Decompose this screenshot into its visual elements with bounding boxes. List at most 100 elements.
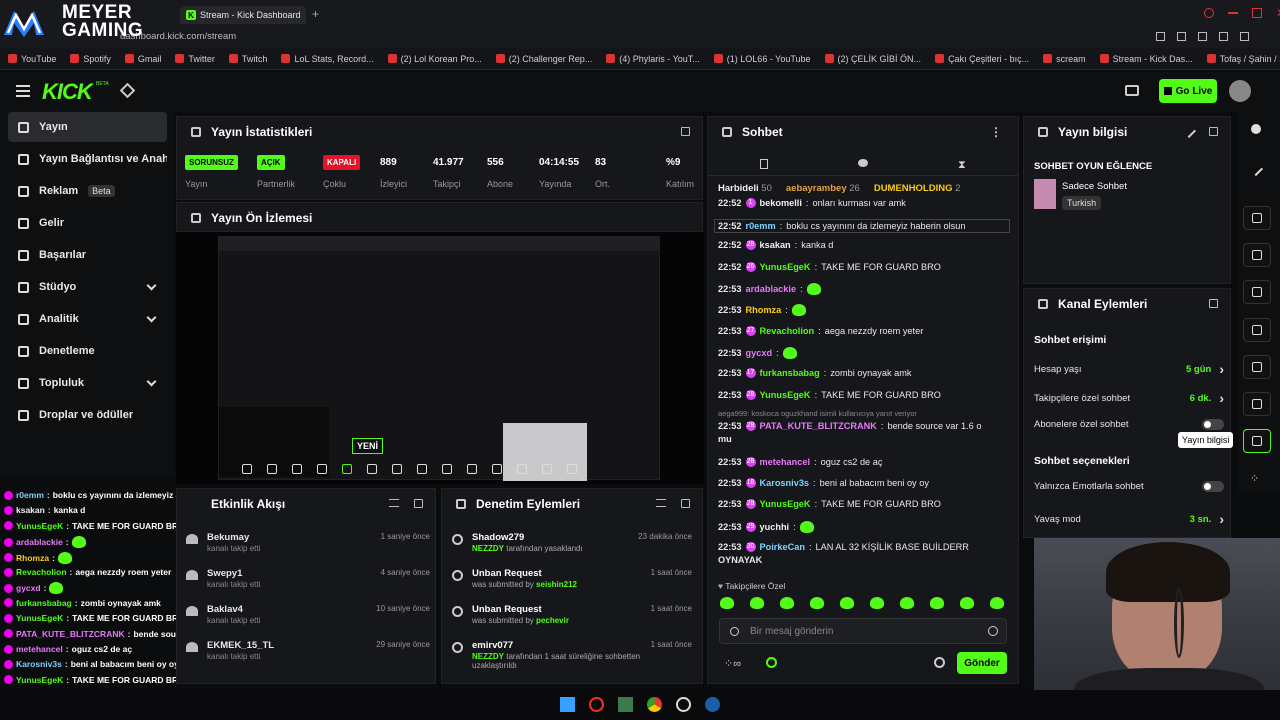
popout-icon[interactable]	[414, 499, 423, 508]
chat-mode-icon[interactable]	[730, 627, 739, 636]
sidebar-item[interactable]: Reklam Beta	[8, 176, 167, 206]
quick-emote-icon[interactable]	[720, 597, 734, 609]
chat-username[interactable]: ardablackie	[746, 284, 797, 294]
studio-icon[interactable]	[1125, 85, 1139, 96]
avatar[interactable]	[1229, 80, 1251, 102]
bookmark-item[interactable]: (1) LOL66 - YouTube	[713, 54, 811, 64]
shield-icon[interactable]	[1198, 32, 1207, 41]
chat-username[interactable]: PATA_KUTE_BLITZCRANK	[760, 421, 877, 431]
rail-bolt-button[interactable]	[1243, 243, 1271, 267]
edit-icon[interactable]	[1181, 123, 1197, 139]
chat-username[interactable]: YunusEgeK	[760, 499, 811, 509]
chat-username[interactable]: yuchhi	[760, 522, 790, 532]
layout-icon[interactable]	[367, 464, 377, 474]
sidebar-item[interactable]: Yayın Bağlantısı ve Anahtar	[8, 144, 167, 174]
moderation-target[interactable]: Unban Request	[472, 604, 542, 615]
send-button[interactable]: Gönder	[957, 652, 1007, 674]
bookmark-item[interactable]: Twitter	[175, 54, 215, 64]
chat-access-row[interactable]: Hesap yaşı 5 gün ›	[1034, 361, 1224, 377]
steam-icon[interactable]	[705, 697, 720, 712]
sidebar-item[interactable]: Analitik	[8, 304, 167, 334]
stream-preview[interactable]: YENİ	[176, 232, 704, 484]
moderation-target[interactable]: Unban Request	[472, 568, 542, 579]
quick-emote-icon[interactable]	[990, 597, 1004, 609]
popout-icon[interactable]	[681, 127, 690, 136]
quick-emote-icon[interactable]	[780, 597, 794, 609]
chat-access-row[interactable]: Takipçilere özel sohbet 6 dk. ›	[1034, 390, 1224, 406]
chat-option-row[interactable]: Yalnızca Emotlarla sohbet	[1034, 481, 1224, 492]
trash-icon[interactable]	[760, 159, 768, 169]
top-gifter[interactable]: DUMENHOLDING 2	[874, 183, 961, 194]
activity-user[interactable]: EKMEK_15_TL	[207, 640, 274, 651]
sparkle-icon[interactable]	[517, 464, 527, 474]
quick-emote-icon[interactable]	[870, 597, 884, 609]
chat-username[interactable]: Karosniv3s	[760, 478, 810, 488]
forward-icon[interactable]	[292, 464, 302, 474]
rail-chat-button[interactable]	[1243, 318, 1271, 342]
bookmark-item[interactable]: Twitch	[228, 54, 267, 64]
moderation-target[interactable]: emirv077	[472, 640, 513, 651]
target-icon[interactable]	[492, 464, 502, 474]
top-gifter[interactable]: aebayrambey 26	[786, 183, 860, 194]
chat-username[interactable]: YunusEgeK	[760, 262, 811, 272]
browser-tab[interactable]: K Stream - Kick Dashboard	[180, 6, 306, 24]
sidebar-item[interactable]: Yayın	[8, 112, 167, 142]
crop-icon[interactable]	[442, 464, 452, 474]
rail-stream-info-button[interactable]	[1243, 429, 1271, 453]
search-icon[interactable]	[1204, 8, 1214, 18]
quick-emote-icon[interactable]	[960, 597, 974, 609]
rail-mod-button[interactable]	[1243, 392, 1271, 416]
chat-username[interactable]: PoirkeCan	[760, 542, 805, 552]
rail-list-button[interactable]	[1243, 280, 1271, 304]
fullscreen-icon[interactable]	[417, 464, 427, 474]
sidebar-item[interactable]: Stüdyo	[8, 272, 167, 302]
chat-username[interactable]: YunusEgeK	[760, 390, 811, 400]
popout-icon[interactable]	[1209, 127, 1218, 136]
filter-icon[interactable]	[656, 499, 666, 507]
chat-username[interactable]: ksakan	[760, 240, 791, 250]
bookmark-item[interactable]: YouTube	[8, 54, 56, 64]
bookmark-item[interactable]: (2) Challenger Rep...	[495, 54, 592, 64]
quick-emote-icon[interactable]	[810, 597, 824, 609]
rail-layout-button[interactable]	[1243, 206, 1271, 230]
rail-broadcast-button[interactable]	[1243, 355, 1271, 379]
chat-username[interactable]: r0emm	[746, 221, 776, 231]
chevron-down-icon[interactable]	[146, 376, 157, 387]
quick-emote-icon[interactable]	[930, 597, 944, 609]
bookmark-item[interactable]: scream	[1043, 54, 1086, 64]
kick-logo[interactable]: KICK	[42, 79, 93, 105]
chat-settings-icon[interactable]	[934, 657, 945, 668]
bookmark-item[interactable]: Tofaş / Şahin / S /...	[1206, 54, 1280, 64]
top-gifter[interactable]: Harbideli 50	[718, 183, 772, 194]
chevron-down-icon[interactable]	[146, 280, 157, 291]
pin-icon[interactable]	[119, 82, 136, 99]
files-icon[interactable]	[618, 697, 633, 712]
windows-start-icon[interactable]	[560, 697, 575, 712]
activity-user[interactable]: Bekumay	[207, 532, 249, 543]
play-icon[interactable]	[267, 464, 277, 474]
bubble-icon[interactable]	[858, 159, 868, 167]
toggle-switch[interactable]	[1202, 419, 1224, 430]
more-options-icon[interactable]: ⋮	[990, 125, 1002, 139]
bookmark-item[interactable]: (2) Lol Korean Pro...	[387, 54, 482, 64]
bookmark-item[interactable]: (4) Phylaris - YouT...	[606, 54, 700, 64]
quick-emote-icon[interactable]	[840, 597, 854, 609]
rewind-icon[interactable]	[242, 464, 252, 474]
settings-icon[interactable]	[542, 464, 552, 474]
chat-username[interactable]: metehancel	[760, 457, 811, 467]
chrome-icon[interactable]	[647, 697, 662, 712]
chat-username[interactable]: gycxd	[746, 348, 773, 358]
popout-icon[interactable]	[1209, 299, 1218, 308]
hamburger-menu-icon[interactable]	[16, 85, 30, 97]
minimize-icon[interactable]	[1228, 12, 1238, 14]
hourglass-icon[interactable]: ⧗	[958, 159, 966, 172]
chat-username[interactable]: Rhomza	[746, 305, 782, 315]
points-icon[interactable]: ⁘∞	[724, 657, 741, 670]
activity-user[interactable]: Swepy1	[207, 568, 242, 579]
chevron-down-icon[interactable]	[146, 312, 157, 323]
info-icon[interactable]	[1251, 124, 1261, 134]
chat-username[interactable]: Revacholion	[760, 326, 815, 336]
go-live-button[interactable]: Go Live	[1159, 79, 1217, 103]
sidebar-item[interactable]: Denetleme	[8, 336, 167, 366]
sidebar-item[interactable]: Topluluk	[8, 368, 167, 398]
